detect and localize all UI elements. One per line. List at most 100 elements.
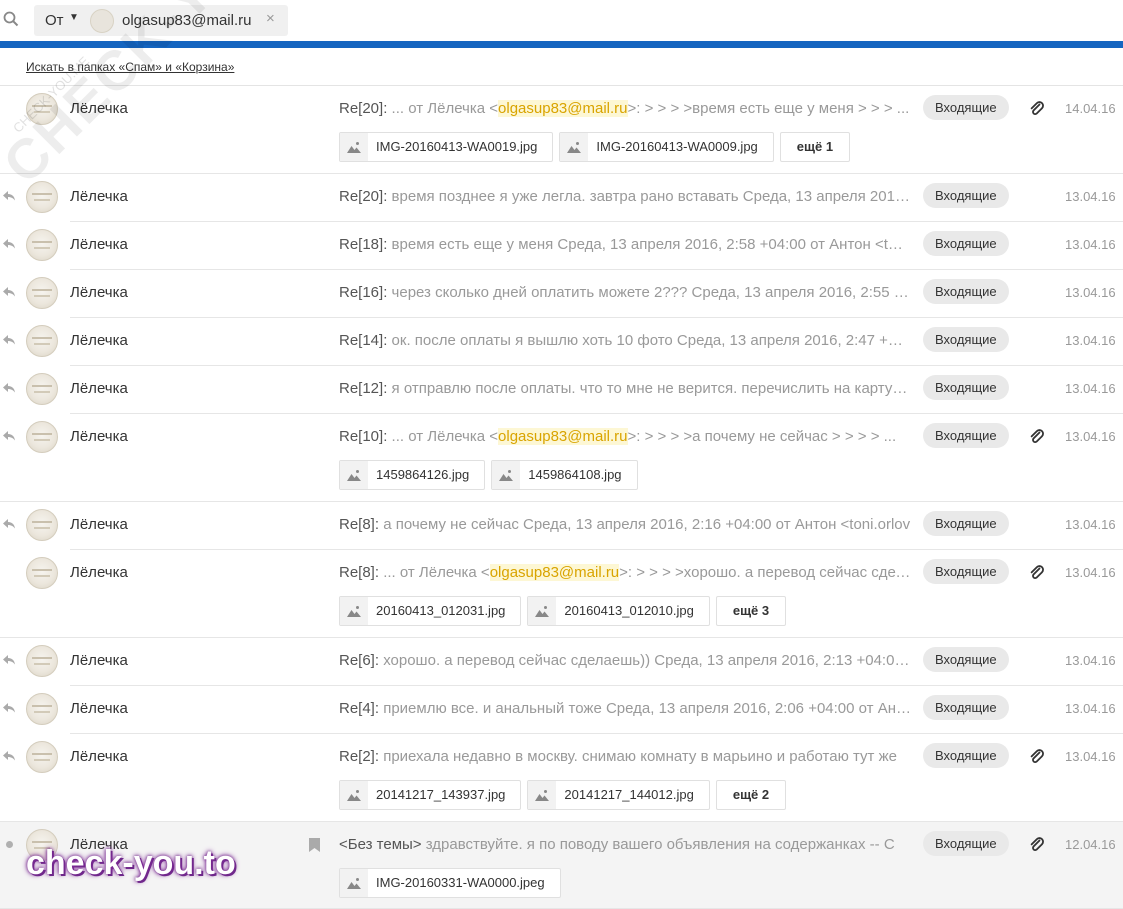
message-date: 12.04.16: [1065, 837, 1116, 852]
message-date: 13.04.16: [1065, 333, 1116, 348]
avatar[interactable]: [26, 421, 58, 453]
image-icon: [528, 781, 557, 809]
avatar[interactable]: [26, 741, 58, 773]
attachment-name: IMG-20160413-WA0009.jpg: [596, 139, 758, 154]
attachment-chip[interactable]: 1459864126.jpg: [339, 460, 486, 490]
folder-badge[interactable]: Входящие: [923, 375, 1009, 400]
snippet-text: я отправлю после оплаты. что то мне не в…: [391, 380, 911, 397]
attachment-chip[interactable]: IMG-20160413-WA0019.jpg: [339, 132, 554, 162]
highlighted-email: olgasup83@mail.ru: [489, 564, 620, 581]
message-row[interactable]: Лёлечка Re[12]: я отправлю после оплаты. …: [0, 366, 1123, 414]
attachment-list: 20141217_143937.jpg 20141217_144012.jpg ещ…: [339, 780, 787, 810]
reply-icon: [3, 335, 15, 345]
subject-prefix: Re[18]:: [339, 236, 388, 253]
snippet-text-tail: >: > > > >хорошо. а перевод сейчас сдела…: [619, 564, 911, 581]
sender-filter-chip[interactable]: От ▼ olgasup83@mail.ru ×: [34, 5, 288, 36]
reply-icon: [3, 703, 15, 713]
avatar[interactable]: [26, 829, 58, 861]
message-row[interactable]: Лёлечка Re[14]: ок. после оплаты я вышлю …: [0, 318, 1123, 366]
attachment-chip[interactable]: IMG-20160413-WA0009.jpg: [559, 132, 774, 162]
attachment-name: IMG-20160331-WA0000.jpeg: [376, 875, 545, 890]
unread-dot-icon[interactable]: [6, 841, 13, 848]
message-subject: Re[18]: время есть еще у меня Среда, 13 …: [339, 236, 911, 253]
snippet-text: время позднее я уже легла. завтра рано в…: [391, 188, 911, 205]
folder-badge[interactable]: Входящие: [923, 511, 1009, 536]
avatar[interactable]: [26, 277, 58, 309]
folder-badge[interactable]: Входящие: [923, 743, 1009, 768]
folder-badge[interactable]: Входящие: [923, 183, 1009, 208]
avatar[interactable]: [26, 645, 58, 677]
message-subject: Re[14]: ок. после оплаты я вышлю хоть 10…: [339, 332, 911, 349]
folder-badge[interactable]: Входящие: [923, 95, 1009, 120]
filter-type-label[interactable]: От: [45, 12, 64, 29]
message-row[interactable]: Лёлечка Re[4]: приемлю все. и анальный то…: [0, 686, 1123, 734]
more-attachments-button[interactable]: ещё 1: [779, 132, 851, 162]
subject-prefix: Re[20]:: [339, 100, 388, 117]
folder-badge[interactable]: Входящие: [923, 647, 1009, 672]
search-bar: От ▼ olgasup83@mail.ru ×: [0, 0, 1123, 41]
avatar[interactable]: [26, 693, 58, 725]
message-subject: Re[2]: приехала недавно в москву. снимаю…: [339, 748, 911, 765]
close-icon[interactable]: ×: [266, 10, 275, 27]
message-row[interactable]: Лёлечка Re[18]: время есть еще у меня Сре…: [0, 222, 1123, 270]
chevron-down-icon[interactable]: ▼: [69, 12, 79, 23]
snippet-text: ок. после оплаты я вышлю хоть 10 фото Ср…: [391, 332, 911, 349]
avatar[interactable]: [26, 181, 58, 213]
folder-badge[interactable]: Входящие: [923, 231, 1009, 256]
folder-badge[interactable]: Входящие: [923, 559, 1009, 584]
subject-prefix: Re[10]:: [339, 428, 388, 445]
message-row[interactable]: Лёлечка Re[6]: хорошо. а перевод сейчас с…: [0, 638, 1123, 686]
message-subject: Re[8]: ... от Лёлечка <olgasup83@mail.ru…: [339, 564, 911, 581]
image-icon: [340, 869, 368, 897]
message-row[interactable]: Лёлечка Re[16]: через сколько дней оплати…: [0, 270, 1123, 318]
avatar[interactable]: [26, 93, 58, 125]
folder-badge[interactable]: Входящие: [923, 831, 1009, 856]
avatar[interactable]: [26, 325, 58, 357]
image-icon: [340, 133, 368, 161]
avatar[interactable]: [26, 229, 58, 261]
message-row[interactable]: Лёлечка <Без темы> здравствуйте. я по пов…: [0, 822, 1123, 909]
avatar[interactable]: [26, 557, 58, 589]
message-row[interactable]: Лёлечка Re[10]: ... от Лёлечка <olgasup83…: [0, 414, 1123, 502]
message-subject: Re[16]: через сколько дней оплатить може…: [339, 284, 911, 301]
subject-prefix: Re[8]:: [339, 564, 380, 581]
sender-name: Лёлечка: [70, 652, 128, 669]
image-icon: [560, 133, 589, 161]
message-date: 13.04.16: [1065, 189, 1116, 204]
message-row[interactable]: Лёлечка Re[2]: приехала недавно в москву.…: [0, 734, 1123, 822]
snippet-text: приехала недавно в москву. снимаю комнат…: [383, 748, 897, 765]
more-attachments-button[interactable]: ещё 3: [715, 596, 787, 626]
paperclip-icon: [1030, 429, 1044, 443]
attachment-list: 20160413_012031.jpg 20160413_012010.jpg ещ…: [339, 596, 787, 626]
snippet-text: через сколько дней оплатить можете 2??? …: [391, 284, 911, 301]
snippet-text: здравствуйте. я по поводу вашего объявле…: [425, 836, 895, 853]
avatar[interactable]: [26, 509, 58, 541]
search-spam-trash-link[interactable]: Искать в папках «Спам» и «Корзина»: [26, 60, 234, 74]
attachment-chip[interactable]: IMG-20160331-WA0000.jpeg: [339, 868, 561, 898]
attachment-chip[interactable]: 1459864108.jpg: [491, 460, 638, 490]
message-row[interactable]: Лёлечка Re[20]: время позднее я уже легла…: [0, 174, 1123, 222]
message-date: 14.04.16: [1065, 101, 1116, 116]
sender-name: Лёлечка: [70, 284, 128, 301]
subject-prefix: Re[14]:: [339, 332, 388, 349]
folder-badge[interactable]: Входящие: [923, 695, 1009, 720]
message-row[interactable]: Лёлечка Re[20]: ... от Лёлечка <olgasup83…: [0, 86, 1123, 174]
sender-name: Лёлечка: [70, 428, 128, 445]
folder-badge[interactable]: Входящие: [923, 327, 1009, 352]
attachment-chip[interactable]: 20141217_143937.jpg: [339, 780, 522, 810]
bookmark-icon[interactable]: [309, 838, 320, 852]
search-icon[interactable]: [3, 11, 19, 27]
message-row[interactable]: Лёлечка Re[8]: а почему не сейчас Среда, …: [0, 502, 1123, 550]
sender-name: Лёлечка: [70, 700, 128, 717]
avatar[interactable]: [26, 373, 58, 405]
more-attachments-button[interactable]: ещё 2: [715, 780, 787, 810]
reply-icon: [3, 383, 15, 393]
attachment-chip[interactable]: 20160413_012031.jpg: [339, 596, 522, 626]
message-row[interactable]: Лёлечка Re[8]: ... от Лёлечка <olgasup83@…: [0, 550, 1123, 638]
attachment-chip[interactable]: 20141217_144012.jpg: [527, 780, 710, 810]
folder-badge[interactable]: Входящие: [923, 279, 1009, 304]
attachment-chip[interactable]: 20160413_012010.jpg: [527, 596, 710, 626]
progress-bar: [0, 41, 1123, 48]
folder-badge[interactable]: Входящие: [923, 423, 1009, 448]
sender-name: Лёлечка: [70, 380, 128, 397]
